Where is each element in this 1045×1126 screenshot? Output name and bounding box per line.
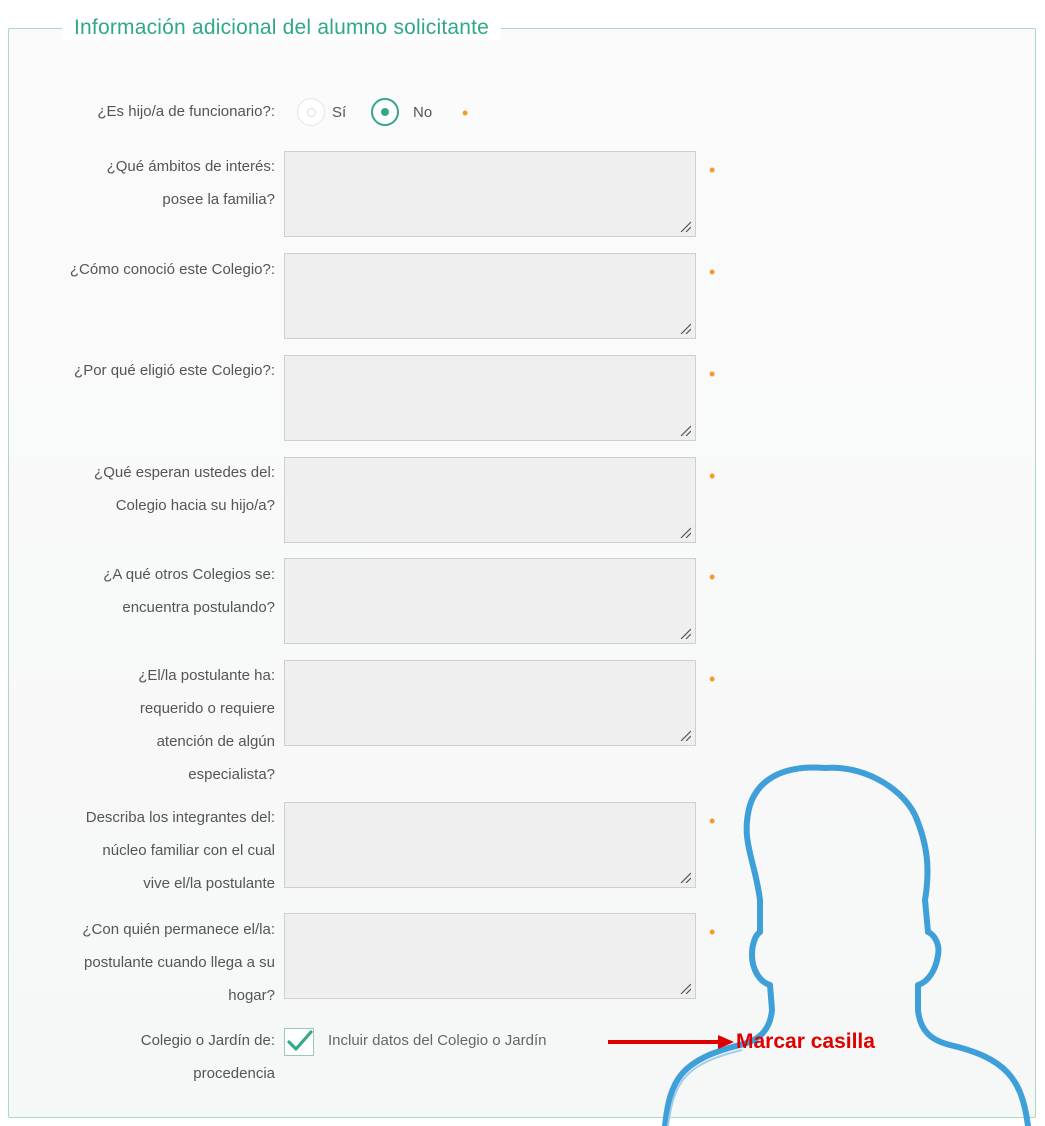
family-members-textarea[interactable] [284,802,696,888]
person-silhouette-icon [662,764,1031,1126]
required-marker: • [709,466,716,486]
checkmark-icon [287,1030,313,1051]
section-title: Información adicional del alumno solicit… [62,16,502,40]
procedencia-label: Colegio o Jardín de: procedencia [140,1032,275,1082]
field-label: ¿Cómo conoció este Colegio?: [69,261,275,278]
field-label: ¿Por qué eligió este Colegio?: [74,362,275,379]
expectations-textarea[interactable] [284,457,696,543]
annotation-arrow-icon [608,1035,734,1049]
field-label: ¿El/la postulante ha: requerido o requier… [138,667,275,783]
funcionario-yes-label: Sí [332,104,347,121]
annotation-text: Marcar casilla [736,1030,875,1053]
required-marker: • [709,364,716,384]
caregiver-textarea[interactable] [284,913,696,999]
field-label: ¿Qué esperan ustedes del: Colegio hacia s… [94,464,275,514]
required-marker: • [709,567,716,587]
other-schools-textarea[interactable] [284,558,696,644]
resize-grip-icon [680,425,691,436]
include-school-checkbox[interactable] [284,1028,314,1056]
interest-areas-textarea[interactable] [284,151,696,237]
field-label: ¿Qué ámbitos de interés: posee la familia… [106,158,275,208]
funcionario-label: ¿Es hijo/a de funcionario?: [97,103,275,120]
required-marker: • [709,160,716,180]
required-marker: • [709,262,716,282]
field-label: Describa los integrantes del: núcleo fami… [85,809,275,892]
resize-grip-icon [680,730,691,741]
resize-grip-icon [680,527,691,538]
funcionario-no-label: No [413,104,433,121]
funcionario-yes-radio[interactable] [297,98,325,126]
specialist-textarea[interactable] [284,660,696,746]
required-marker: • [709,669,716,689]
funcionario-no-radio[interactable] [371,98,399,126]
resize-grip-icon [680,323,691,334]
resize-grip-icon [680,221,691,232]
why-chosen-textarea[interactable] [284,355,696,441]
resize-grip-icon [680,628,691,639]
required-marker: • [462,103,469,123]
how-known-textarea[interactable] [284,253,696,339]
include-school-label: Incluir datos del Colegio o Jardín [328,1032,547,1049]
field-label: ¿A qué otros Colegios se: encuentra postu… [103,566,275,616]
field-label: ¿Con quién permanece el/la: postulante cu… [82,921,275,1004]
